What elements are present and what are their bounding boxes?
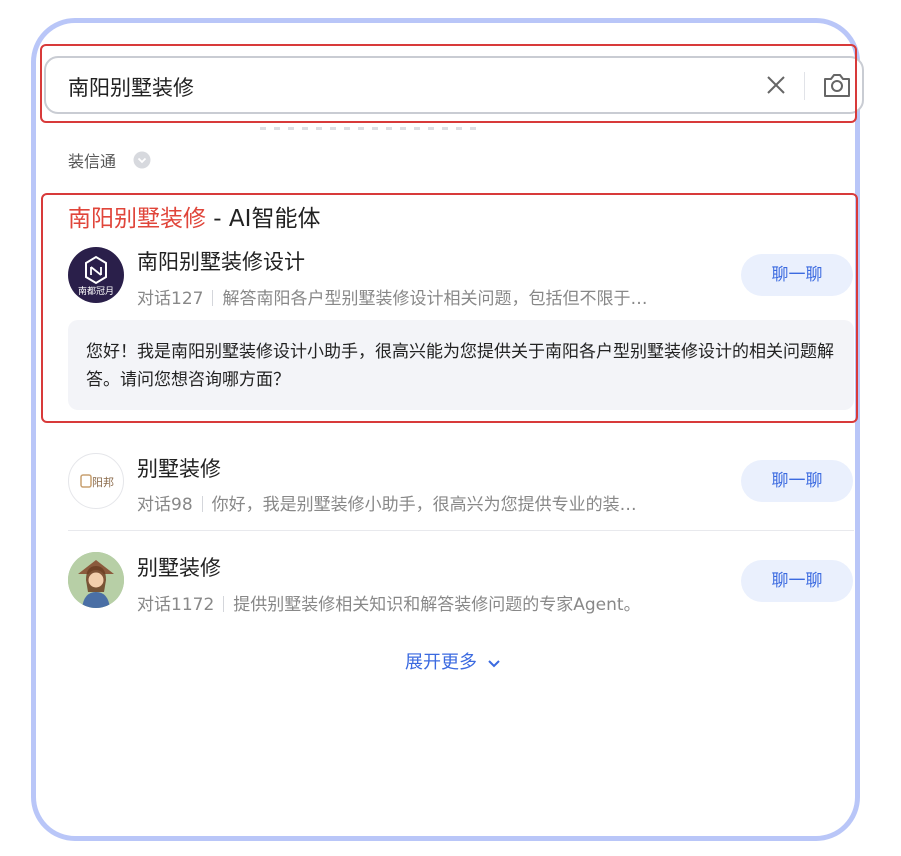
agent-description: 你好，我是别墅装修小助手，很高兴为您提供专业的装… [211,495,637,515]
card-frame [31,18,860,841]
meta-divider [223,596,225,612]
meta-divider [212,290,214,306]
chat-button[interactable]: 聊一聊 [741,460,853,502]
row-divider [68,530,854,531]
chat-count: 对话1172 [137,595,215,615]
agent-name[interactable]: 别墅装修 [137,552,221,582]
agent-avatar[interactable]: 阳邦 [68,453,124,509]
section-title: 南阳别墅装修 - AI智能体 [68,199,320,233]
search-divider [804,72,805,100]
chevron-down-icon [488,660,500,668]
agent-meta: 对话127 解答南阳各户型别墅装修设计相关问题，包括但不限于… [137,284,647,309]
chevron-down-circle-icon[interactable] [133,151,151,169]
chat-button[interactable]: 聊一聊 [741,254,853,296]
close-icon[interactable] [765,74,787,96]
agent-avatar[interactable]: 南都冠月 [68,247,124,303]
svg-text:阳邦: 阳邦 [92,476,114,489]
brand-logo: 阳邦 [80,474,114,489]
agent-meta: 对话98 你好，我是别墅装修小助手，很高兴为您提供专业的装… [137,490,637,515]
search-input[interactable]: 南阳别墅装修 [44,56,864,114]
truncated-text-line [260,127,480,130]
section-title-highlight: 南阳别墅装修 [68,206,206,232]
chat-button[interactable]: 聊一聊 [741,560,853,602]
brand-logo: 南都冠月 [78,255,114,297]
agent-avatar[interactable] [68,552,124,608]
source-label: 装信通 [68,152,117,171]
camera-icon[interactable] [822,71,852,99]
agent-name[interactable]: 别墅装修 [137,453,221,483]
agent-greeting: 您好！我是南阳别墅装修设计小助手，很高兴能为您提供关于南阳各户型别墅装修设计的相… [68,320,854,410]
expand-more-link[interactable]: 展开更多 [405,648,501,674]
agent-description: 提供别墅装修相关知识和解答装修问题的专家Agent。 [233,595,641,615]
section-title-rest: - AI智能体 [206,206,321,232]
chat-count: 对话98 [137,495,193,515]
agent-meta: 对话1172 提供别墅装修相关知识和解答装修问题的专家Agent。 [137,590,641,615]
agent-description: 解答南阳各户型别墅装修设计相关问题，包括但不限于… [222,289,648,309]
chat-count: 对话127 [137,289,204,309]
meta-divider [201,496,203,512]
agent-name[interactable]: 南阳别墅装修设计 [137,246,305,276]
search-query[interactable]: 南阳别墅装修 [68,72,194,102]
expand-more-label: 展开更多 [405,652,477,673]
svg-text:南都冠月: 南都冠月 [78,285,114,297]
person-avatar-icon [68,552,124,608]
